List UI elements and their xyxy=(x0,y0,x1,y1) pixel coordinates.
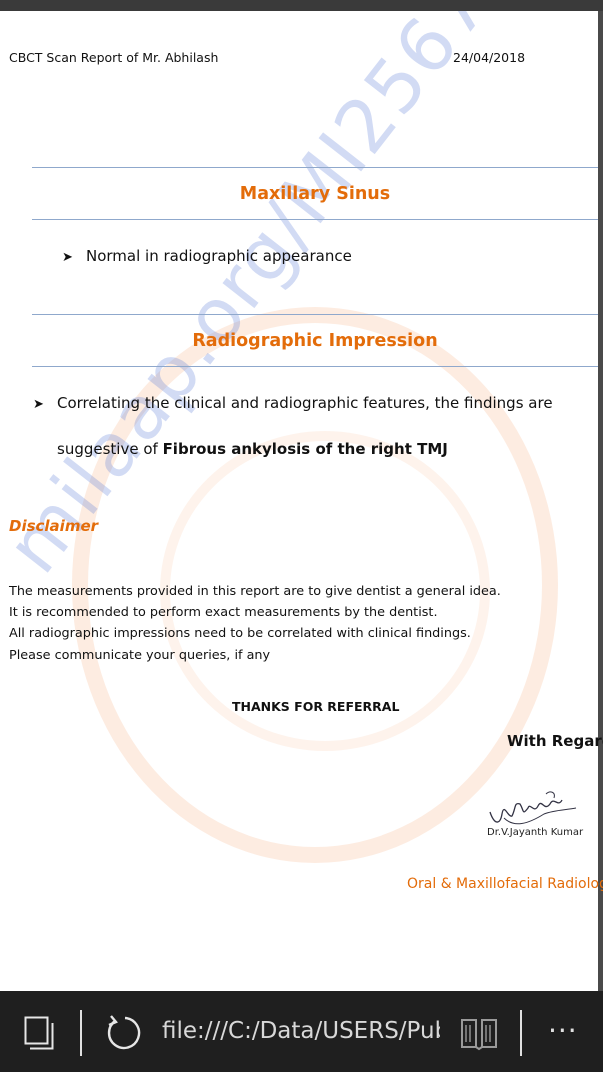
toolbar-separator xyxy=(80,1010,82,1056)
impression-diagnosis: Fibrous ankylosis of the right TMJ xyxy=(162,440,448,458)
bullet-text: Correlating the clinical and radiographi… xyxy=(57,394,553,412)
impression-prefix: suggestive of xyxy=(57,440,163,458)
impression-continuation: suggestive of Fibrous ankylosis of the r… xyxy=(57,440,448,458)
section-rule xyxy=(32,314,598,315)
section-rule xyxy=(32,219,598,220)
report-header-date: 24/04/2018 xyxy=(453,50,526,65)
section-title-radiographic-impression: Radiographic Impression xyxy=(192,331,438,351)
pdf-page: milaap.org/MI256791) xyxy=(0,11,598,991)
window-top-bar xyxy=(0,0,603,11)
bullet-text: Normal in radiographic appearance xyxy=(86,247,352,265)
section-rule xyxy=(32,366,598,367)
disclaimer-line: The measurements provided in this report… xyxy=(9,584,501,599)
more-icon[interactable]: ··· xyxy=(548,1014,578,1047)
section-title-maxillary-sinus: Maxillary Sinus xyxy=(239,184,391,204)
section-rule xyxy=(32,167,598,168)
tabs-icon[interactable] xyxy=(24,1016,54,1050)
signature-image xyxy=(489,791,577,825)
radiologist-role: Oral & Maxillofacial Radiologist xyxy=(407,876,603,892)
reading-view-icon[interactable] xyxy=(459,1015,499,1051)
bullet-radiographic-impression: ➤ Correlating the clinical and radiograph… xyxy=(33,394,553,412)
toolbar-separator xyxy=(520,1010,522,1056)
disclaimer-title: Disclaimer xyxy=(9,517,99,535)
disclaimer-line: All radiographic impressions need to be … xyxy=(9,626,471,641)
thanks-text: THANKS FOR REFERRAL xyxy=(232,699,400,714)
bullet-maxillary-sinus: ➤ Normal in radiographic appearance xyxy=(62,247,352,265)
disclaimer-line: It is recommended to perform exact measu… xyxy=(9,605,438,620)
refresh-icon[interactable] xyxy=(103,1013,143,1053)
bullet-arrow-icon: ➤ xyxy=(62,250,73,265)
page-right-edge xyxy=(598,11,603,991)
report-header-title: CBCT Scan Report of Mr. Abhilash xyxy=(9,50,219,65)
bullet-arrow-icon: ➤ xyxy=(33,397,44,412)
disclaimer-line: Please communicate your queries, if any xyxy=(9,648,271,663)
address-bar[interactable]: file:///C:/Data/USERS/Public/Documents/r… xyxy=(162,1018,440,1044)
regards-text: With Regards xyxy=(507,732,603,750)
signature-name: Dr.V.Jayanth Kumar xyxy=(487,827,584,838)
